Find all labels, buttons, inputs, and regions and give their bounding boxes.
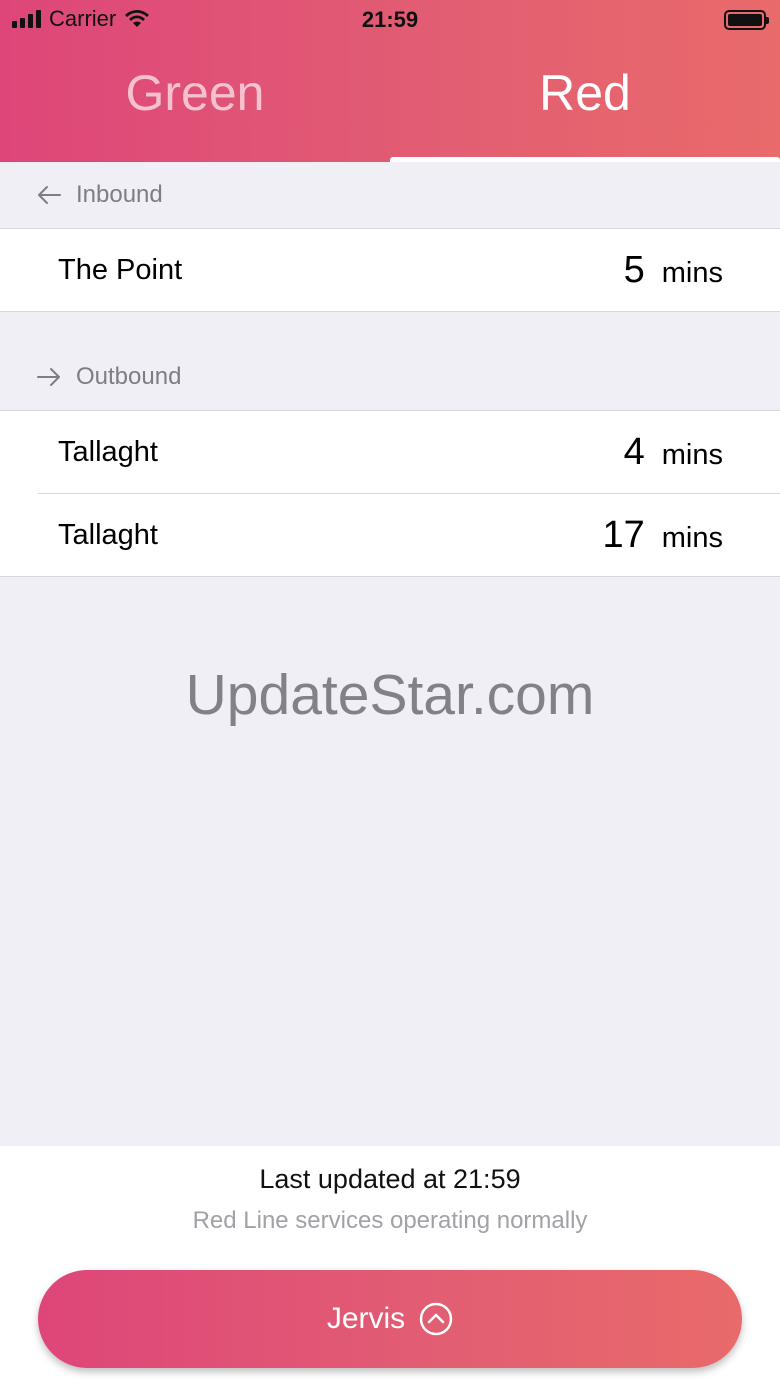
outbound-label: Outbound — [76, 363, 182, 390]
destination-name: Tallaght — [58, 519, 158, 551]
status-time: 21:59 — [361, 7, 419, 32]
due-unit: mins — [661, 522, 723, 554]
header: Carrier 21:59 Green Red — [0, 0, 780, 162]
last-updated-text: Last updated at 21:59 — [259, 1164, 521, 1194]
list-item[interactable]: Tallaght 4 mins — [0, 411, 780, 494]
due-minutes: 4 — [623, 431, 645, 473]
battery-icon — [724, 10, 769, 30]
stop-selector-button[interactable]: Jervis — [38, 1270, 742, 1368]
due-minutes: 5 — [623, 249, 645, 291]
divider — [0, 311, 780, 312]
tab-green[interactable]: Green — [0, 52, 390, 162]
status-bar: Carrier 21:59 — [0, 0, 780, 40]
list-item[interactable]: The Point 5 mins — [0, 229, 780, 312]
tab-red[interactable]: Red — [390, 52, 780, 162]
arrow-left-icon — [38, 186, 61, 204]
destination-name: The Point — [58, 254, 183, 286]
service-status-text: Red Line services operating normally — [192, 1207, 588, 1234]
list-item[interactable]: Tallaght 17 mins — [0, 494, 780, 577]
due-unit: mins — [661, 257, 723, 289]
divider — [0, 576, 780, 577]
watermark: UpdateStar.com — [185, 663, 595, 727]
outbound-section-header: Outbound — [0, 344, 780, 410]
destination-name: Tallaght — [58, 436, 158, 468]
footer: Last updated at 21:59 Red Line services … — [0, 1146, 780, 1387]
divider — [38, 493, 780, 494]
chevron-up-circle-icon — [419, 1302, 453, 1336]
inbound-section-header: Inbound — [0, 162, 780, 228]
line-tabs: Green Red — [0, 52, 780, 162]
stop-name: Jervis — [326, 1302, 406, 1335]
due-minutes: 17 — [602, 514, 645, 556]
inbound-label: Inbound — [76, 181, 163, 208]
arrow-right-icon — [37, 368, 60, 386]
due-unit: mins — [661, 439, 723, 471]
